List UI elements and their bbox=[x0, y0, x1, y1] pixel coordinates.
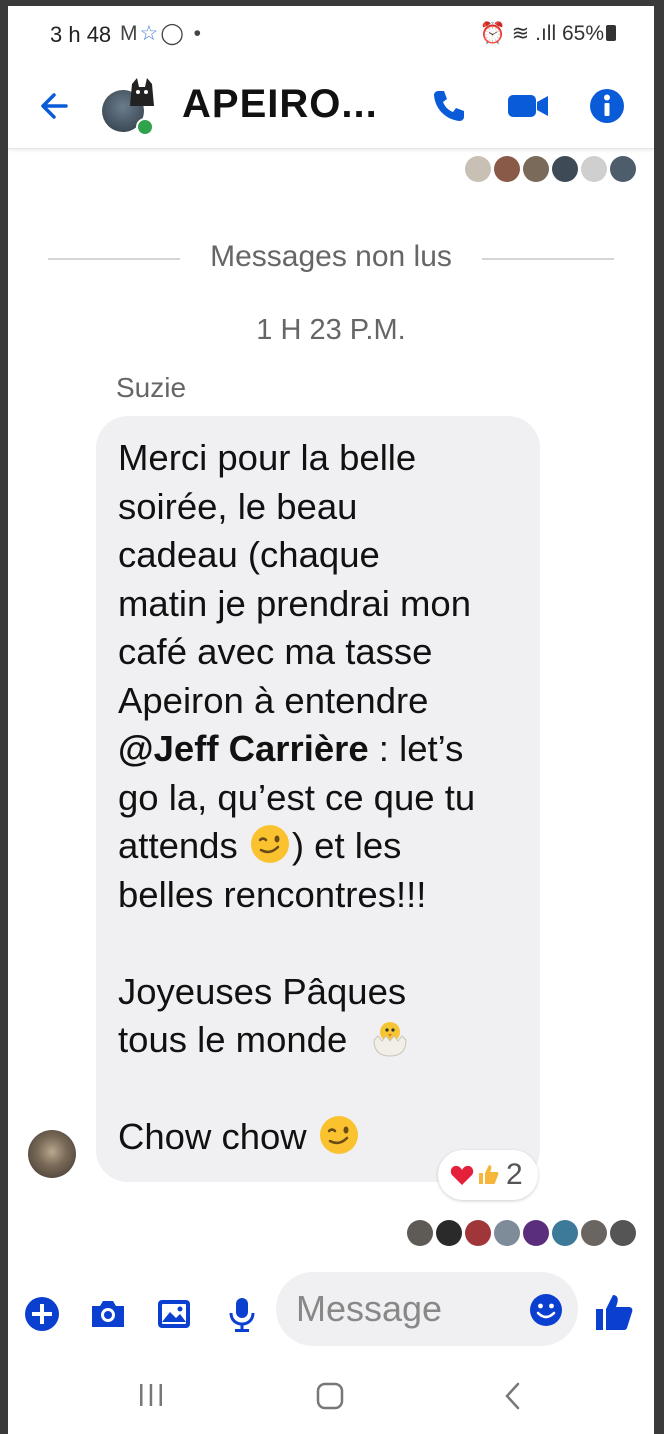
star-icon: ☆ bbox=[139, 22, 161, 45]
conversation-header: APEIRO... bbox=[8, 64, 654, 149]
mention-link[interactable]: @Jeff Carrière bbox=[118, 728, 369, 769]
read-avatar bbox=[523, 156, 549, 182]
back-arrow-icon[interactable] bbox=[36, 86, 76, 126]
phone-icon[interactable] bbox=[428, 86, 470, 126]
read-avatar bbox=[581, 1220, 607, 1246]
message-line: soirée, le beau bbox=[118, 485, 358, 527]
message-line: Merci pour la belle bbox=[118, 437, 417, 478]
alarm-icon: ⏰ bbox=[479, 22, 506, 45]
message-line: matin je prendrai mon bbox=[118, 582, 472, 624]
message-fragment: : let’s bbox=[368, 728, 464, 769]
phone-screen: 3 h 48 M☆◯ • ⏰ ≋ .ıll 65% APEIRO... Mess… bbox=[8, 6, 654, 1434]
notification-icons: M☆◯ • bbox=[120, 21, 203, 46]
message-timestamp: 1 H 23 P.M. bbox=[256, 314, 406, 346]
message-line: cadeau (chaque bbox=[118, 534, 380, 575]
reactions-pill[interactable]: 2 bbox=[438, 1150, 538, 1200]
message-line: Apeiron à entendre bbox=[118, 679, 429, 721]
winking-face-emoji bbox=[250, 825, 289, 863]
recents-icon[interactable] bbox=[136, 1380, 166, 1410]
message-line: café avec ma tasse bbox=[118, 631, 433, 672]
cat-avatar-icon bbox=[130, 78, 154, 106]
wifi-icon: ≋ bbox=[511, 22, 530, 45]
hatching-chick-emoji bbox=[373, 1022, 407, 1057]
like-icon[interactable] bbox=[592, 1290, 636, 1334]
read-avatar bbox=[465, 1220, 491, 1246]
status-bar: 3 h 48 M☆◯ • ⏰ ≋ .ıll 65% bbox=[8, 6, 654, 64]
message-placeholder: Message bbox=[296, 1288, 443, 1329]
read-avatar bbox=[610, 1220, 636, 1246]
read-receipts-top bbox=[465, 156, 636, 182]
dot-icon: • bbox=[185, 22, 204, 45]
message-line: go la, qu’est ce que tu bbox=[118, 776, 476, 818]
home-icon[interactable] bbox=[314, 1380, 346, 1412]
read-receipts-bottom bbox=[407, 1220, 636, 1246]
online-indicator bbox=[136, 118, 154, 136]
system-nav-bar bbox=[8, 1362, 654, 1434]
emoji-icon[interactable] bbox=[528, 1292, 564, 1328]
message-line: tous le monde bbox=[118, 1016, 538, 1065]
whatsapp-icon: ◯ bbox=[160, 22, 186, 45]
sender-avatar[interactable] bbox=[28, 1130, 76, 1178]
battery-icon bbox=[606, 25, 616, 41]
message-line: belles rencontres!!! bbox=[118, 873, 427, 915]
winking-face-emoji bbox=[319, 1116, 358, 1154]
video-icon[interactable] bbox=[504, 86, 552, 126]
read-avatar bbox=[581, 156, 607, 182]
message-line: Joyeuses Pâques bbox=[118, 970, 407, 1012]
message-fragment: ) et les bbox=[291, 825, 402, 866]
gallery-icon[interactable] bbox=[154, 1294, 194, 1334]
message-fragment: tous le monde bbox=[118, 1019, 348, 1060]
reaction-count: 2 bbox=[506, 1158, 523, 1191]
read-avatar bbox=[465, 156, 491, 182]
message-fragment: Chow chow bbox=[118, 1116, 307, 1157]
read-avatar bbox=[407, 1220, 433, 1246]
message-fragment: attends bbox=[118, 825, 248, 866]
conversation-title[interactable]: APEIRO... bbox=[182, 82, 378, 127]
system-icons: ⏰ ≋ .ıll 65% bbox=[480, 21, 616, 46]
read-avatar bbox=[523, 1220, 549, 1246]
heart-icon bbox=[450, 1165, 474, 1185]
message-composer: Message bbox=[8, 1268, 654, 1360]
read-avatar bbox=[610, 156, 636, 182]
sender-name: Suzie bbox=[116, 372, 187, 403]
microphone-icon[interactable] bbox=[222, 1294, 262, 1334]
thumbs-up-icon bbox=[479, 1165, 499, 1184]
read-avatar bbox=[494, 1220, 520, 1246]
plus-icon[interactable] bbox=[22, 1294, 62, 1334]
message-input[interactable]: Message bbox=[276, 1272, 578, 1346]
read-avatar bbox=[552, 1220, 578, 1246]
message-text: Merci pour la belle soirée, le beau cade… bbox=[118, 434, 538, 1162]
message-bubble[interactable]: Merci pour la belle soirée, le beau cade… bbox=[96, 416, 540, 1182]
read-avatar bbox=[494, 156, 520, 182]
group-avatar[interactable] bbox=[100, 74, 162, 136]
gmail-icon: M bbox=[120, 22, 140, 45]
info-icon[interactable] bbox=[586, 86, 628, 126]
message-line: @Jeff Carrière : let’s bbox=[118, 725, 538, 774]
message-line: attends ) et les bbox=[118, 822, 538, 871]
read-avatar bbox=[552, 156, 578, 182]
signal-icon: .ıll bbox=[535, 22, 557, 45]
back-icon[interactable] bbox=[500, 1380, 526, 1412]
battery-percent: 65% bbox=[561, 22, 604, 45]
camera-icon[interactable] bbox=[88, 1294, 128, 1334]
unread-divider-label: Messages non lus bbox=[210, 240, 452, 273]
read-avatar bbox=[436, 1220, 462, 1246]
status-time: 3 h 48 bbox=[50, 22, 112, 47]
